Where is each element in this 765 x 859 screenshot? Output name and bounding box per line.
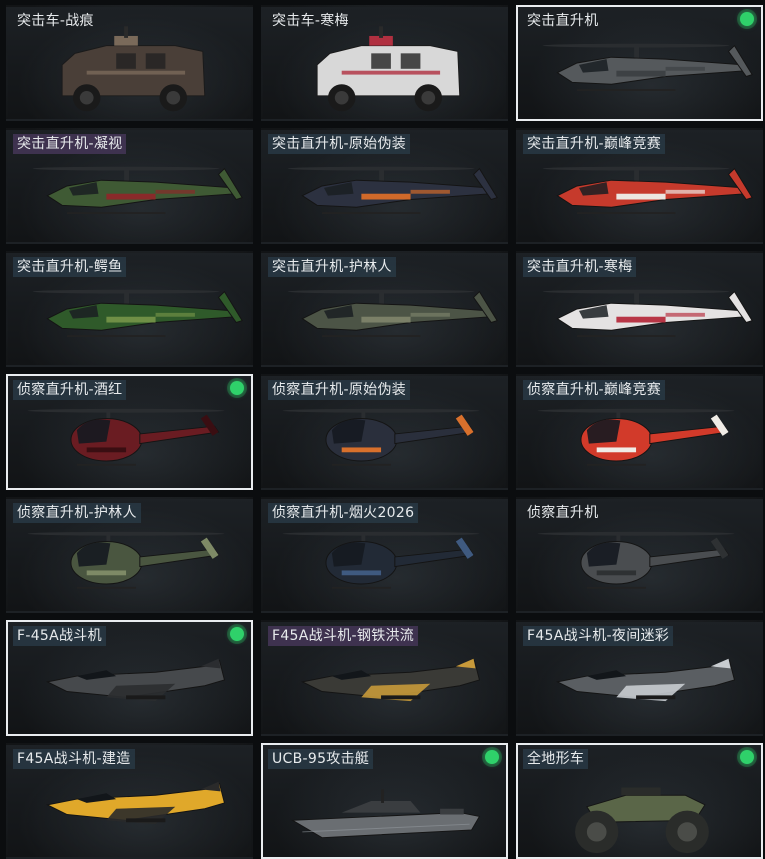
vehicle-skin-card[interactable]: F-45A战斗机 bbox=[6, 620, 253, 736]
vehicle-skin-name: 突击直升机-护林人 bbox=[268, 257, 396, 277]
vehicle-skin-name: F45A战斗机-钢铁洪流 bbox=[268, 626, 419, 646]
vehicle-skin-name: F45A战斗机-夜间迷彩 bbox=[523, 626, 674, 646]
vehicle-skin-name: 突击车-战痕 bbox=[17, 13, 94, 29]
vehicle-skin-name: 侦察直升机-烟火2026 bbox=[268, 503, 419, 523]
equipped-indicator-icon bbox=[230, 381, 244, 395]
vehicle-skin-grid: 突击车-战痕 突击车-寒梅 突击直升机 突击直升机-凝视 突击直升机-原始伪装 突击直升机… bbox=[0, 0, 765, 859]
vehicle-skin-name: 侦察直升机-护林人 bbox=[13, 503, 141, 523]
vehicle-skin-card[interactable]: 侦察直升机-烟火2026 bbox=[261, 497, 508, 613]
vehicle-skin-card[interactable]: 突击直升机-寒梅 bbox=[516, 251, 763, 367]
vehicle-skin-card[interactable]: F45A战斗机-夜间迷彩 bbox=[516, 620, 763, 736]
equipped-indicator-icon bbox=[740, 12, 754, 26]
vehicle-skin-card[interactable]: 突击直升机-鳄鱼 bbox=[6, 251, 253, 367]
vehicle-skin-card[interactable]: 突击直升机-护林人 bbox=[261, 251, 508, 367]
vehicle-skin-name: F-45A战斗机 bbox=[13, 626, 106, 646]
vehicle-skin-name: UCB-95攻击艇 bbox=[268, 749, 374, 769]
vehicle-skin-name: 突击车-寒梅 bbox=[272, 13, 349, 29]
vehicle-skin-name: 突击直升机 bbox=[527, 13, 599, 29]
vehicle-skin-card[interactable]: 突击直升机-巅峰竞赛 bbox=[516, 128, 763, 244]
vehicle-skin-card[interactable]: F45A战斗机-建造 bbox=[6, 743, 253, 859]
equipped-indicator-icon bbox=[230, 627, 244, 641]
vehicle-skin-name: 全地形车 bbox=[523, 749, 589, 769]
equipped-indicator-icon bbox=[485, 750, 499, 764]
vehicle-skin-card[interactable]: UCB-95攻击艇 bbox=[261, 743, 508, 859]
vehicle-skin-card[interactable]: 侦察直升机-护林人 bbox=[6, 497, 253, 613]
vehicle-skin-card[interactable]: 突击车-战痕 bbox=[6, 5, 253, 121]
vehicle-skin-name: F45A战斗机-建造 bbox=[13, 749, 135, 769]
vehicle-skin-card[interactable]: 突击车-寒梅 bbox=[261, 5, 508, 121]
vehicle-skin-card[interactable]: 侦察直升机-巅峰竞赛 bbox=[516, 374, 763, 490]
vehicle-skin-name: 突击直升机-鳄鱼 bbox=[13, 257, 127, 277]
vehicle-skin-name: 侦察直升机-巅峰竞赛 bbox=[523, 380, 666, 400]
vehicle-skin-name: 突击直升机-寒梅 bbox=[523, 257, 637, 277]
vehicle-skin-name: 侦察直升机-酒红 bbox=[13, 380, 127, 400]
vehicle-skin-card[interactable]: 突击直升机 bbox=[516, 5, 763, 121]
vehicle-skin-card[interactable]: 突击直升机-凝视 bbox=[6, 128, 253, 244]
vehicle-skin-card[interactable]: 侦察直升机-酒红 bbox=[6, 374, 253, 490]
vehicle-skin-name: 侦察直升机-原始伪装 bbox=[268, 380, 411, 400]
vehicle-skin-card[interactable]: 突击直升机-原始伪装 bbox=[261, 128, 508, 244]
vehicle-skin-card[interactable]: F45A战斗机-钢铁洪流 bbox=[261, 620, 508, 736]
vehicle-skin-name: 侦察直升机 bbox=[527, 505, 599, 521]
vehicle-skin-name: 突击直升机-原始伪装 bbox=[268, 134, 411, 154]
vehicle-skin-card[interactable]: 侦察直升机 bbox=[516, 497, 763, 613]
equipped-indicator-icon bbox=[740, 750, 754, 764]
vehicle-skin-name: 突击直升机-巅峰竞赛 bbox=[523, 134, 666, 154]
vehicle-skin-name: 突击直升机-凝视 bbox=[13, 134, 127, 154]
vehicle-skin-card[interactable]: 侦察直升机-原始伪装 bbox=[261, 374, 508, 490]
vehicle-skin-card[interactable]: 全地形车 bbox=[516, 743, 763, 859]
